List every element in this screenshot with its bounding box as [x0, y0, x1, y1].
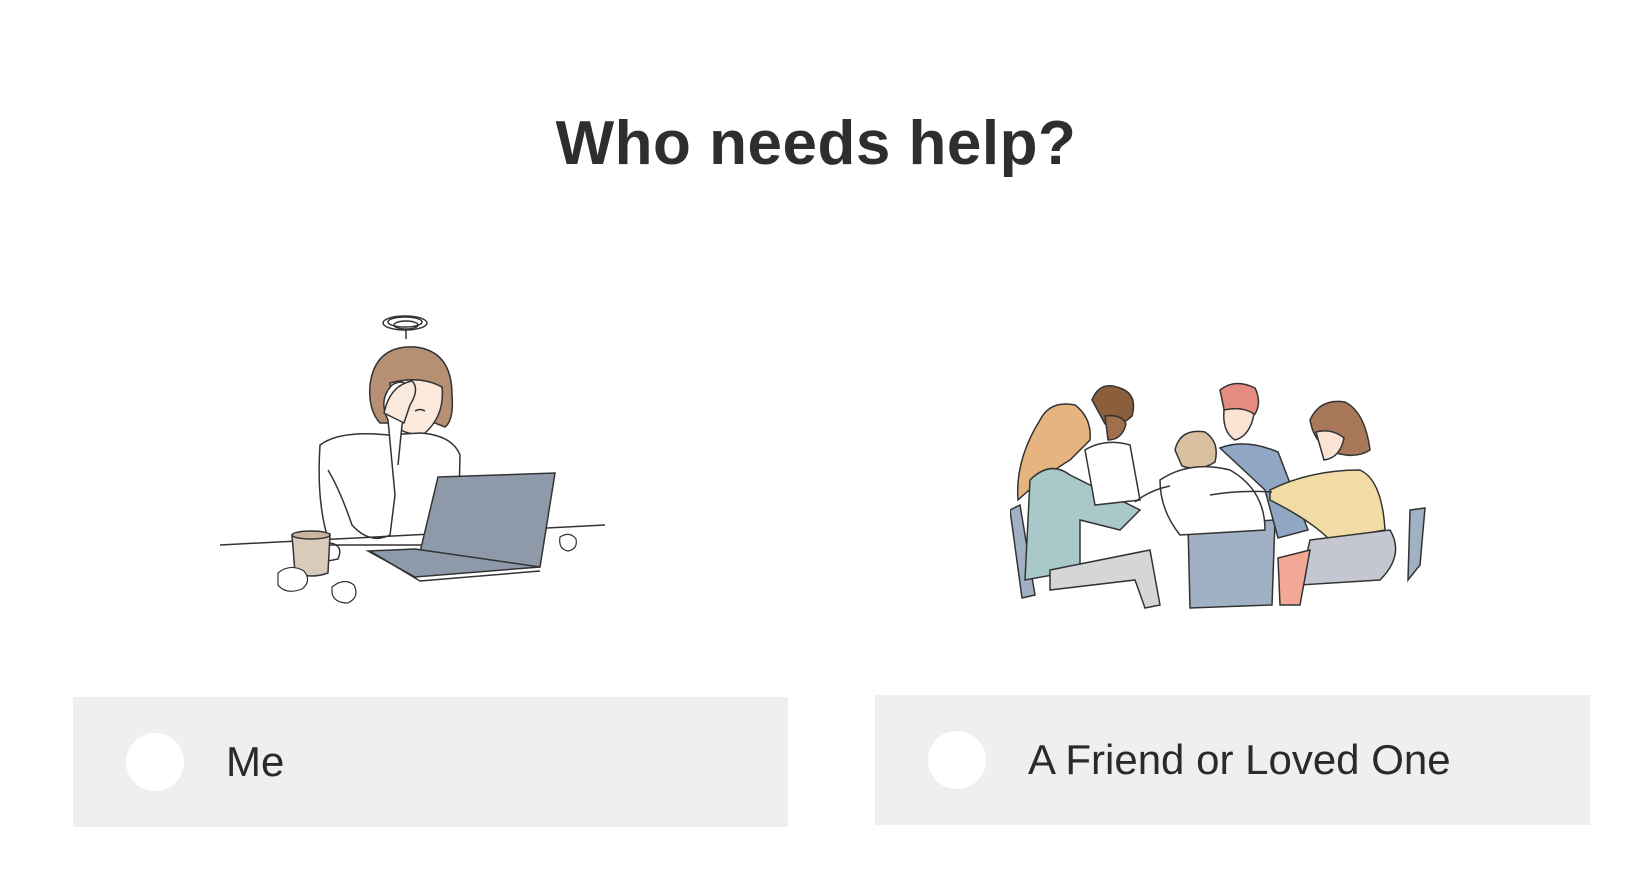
option-friend-or-loved-one[interactable]: A Friend or Loved One: [875, 695, 1590, 825]
stressed-person-at-laptop-illustration: [220, 315, 606, 604]
option-me[interactable]: Me: [73, 697, 788, 827]
group-comforting-friend-illustration: [1010, 382, 1426, 609]
page-title: Who needs help?: [555, 109, 1077, 178]
radio-me[interactable]: [126, 733, 184, 791]
who-needs-help-page: Who needs help? Me A Friend or Loved One: [0, 0, 1632, 895]
option-friend-label: A Friend or Loved One: [1028, 736, 1451, 783]
radio-friend-or-loved-one[interactable]: [928, 731, 986, 789]
option-me-label: Me: [226, 738, 285, 785]
stress-scribble-icon: [382, 315, 428, 339]
